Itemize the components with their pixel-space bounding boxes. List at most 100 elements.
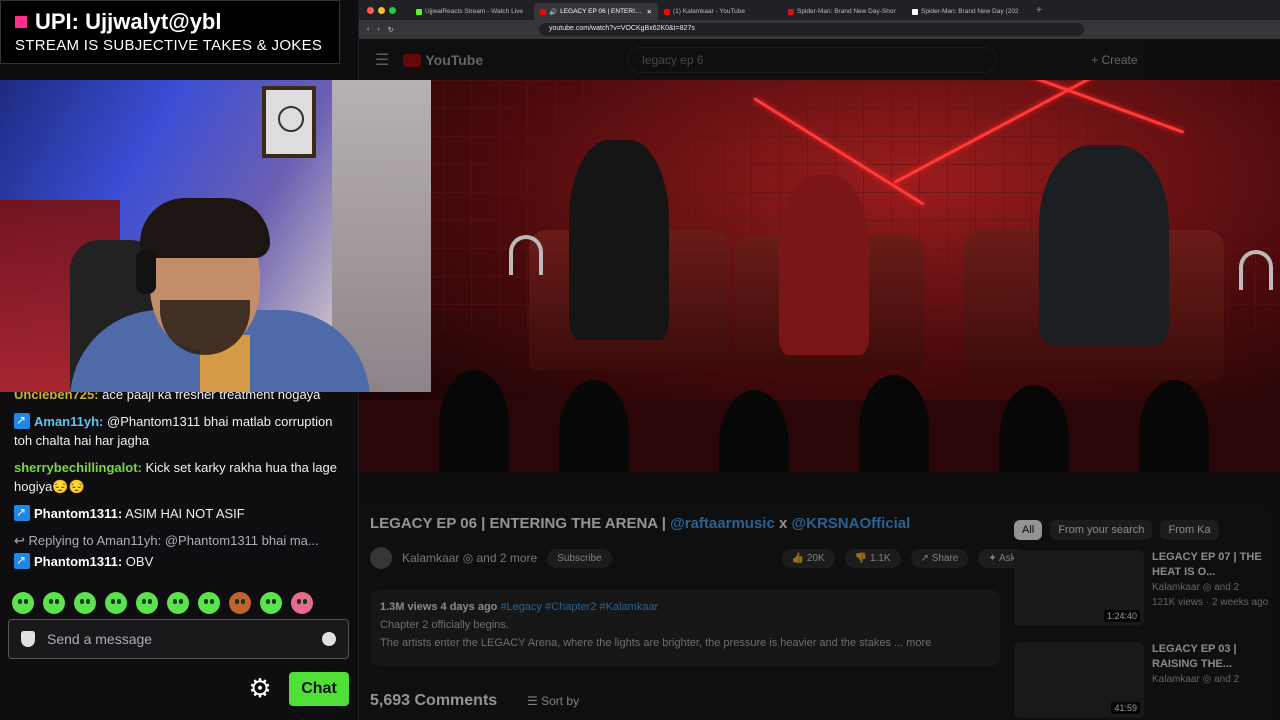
browser-tab[interactable]: Spider-Man: Brand New Day (202: [906, 3, 1030, 20]
speaker-icon[interactable]: 🔊: [549, 8, 557, 16]
upi-subtitle: STREAM IS SUBJECTIVE TAKES & JOKES: [15, 37, 323, 54]
chat-message: Aman11yh: @Phantom1311 bhai matlab corru…: [14, 411, 345, 450]
hashtags[interactable]: #Legacy #Chapter2 #Kalamkaar: [500, 601, 658, 613]
chip-from-channel[interactable]: From Ka: [1160, 520, 1219, 540]
mention-link[interactable]: @KRSNAOfficial: [791, 515, 910, 532]
emote-icon[interactable]: [136, 592, 158, 614]
video-thumbnail[interactable]: 1:24:40: [1014, 550, 1144, 626]
emote-icon[interactable]: [74, 592, 96, 614]
emote-icon[interactable]: [167, 592, 189, 614]
comments-count: 5,693 Comments: [370, 692, 498, 709]
tab-bar: UjjwalReacts Stream - Watch Live 🔊 LEGACY…: [359, 0, 1280, 20]
emote-icon[interactable]: [105, 592, 127, 614]
video-details: LEGACY EP 06 | ENTERING THE ARENA | @raf…: [359, 472, 1280, 720]
emote-icon[interactable]: [198, 592, 220, 614]
chip-from-search[interactable]: From your search: [1050, 520, 1153, 540]
browser-tab[interactable]: UjjwalReacts Stream - Watch Live: [410, 3, 534, 20]
sparkle-icon: ✦: [988, 552, 999, 564]
chat-username[interactable]: sherrybechillingalot:: [14, 460, 142, 475]
browser-window: UjjwalReacts Stream - Watch Live 🔊 LEGACY…: [359, 0, 1280, 720]
headphone-prop: [1239, 250, 1273, 290]
recommended-video-info: LEGACY EP 03 | RAISING THE... Kalamkaar …: [1152, 642, 1274, 720]
site-icon: [788, 8, 794, 15]
like-button[interactable]: 👍 20K: [781, 548, 835, 568]
channel-name[interactable]: Kalamkaar ◎ and 2 more: [402, 551, 537, 565]
gear-icon[interactable]: ⚙: [247, 674, 273, 702]
maximize-window-icon[interactable]: [389, 6, 396, 14]
description-box[interactable]: 1.3M views 4 days ago #Legacy #Chapter2 …: [370, 590, 1000, 666]
thumbs-up-icon: 👍: [791, 552, 807, 564]
recommended-video[interactable]: 41:59 LEGACY EP 03 | RAISING THE... Kala…: [1014, 642, 1274, 720]
avatar[interactable]: [370, 547, 392, 569]
emote-bar: [12, 592, 313, 614]
browser-tab[interactable]: (1) Kalamkaar - YouTube: [658, 3, 782, 20]
forward-icon[interactable]: ›: [377, 26, 379, 33]
duration-badge: 1:24:40: [1103, 610, 1140, 622]
emote-icon[interactable]: [12, 592, 34, 614]
headphone-prop: [509, 235, 543, 275]
chat-send-button[interactable]: Chat: [289, 672, 349, 706]
kick-icon: [416, 8, 422, 15]
chat-username[interactable]: Phantom1311:: [34, 506, 122, 521]
sort-by-button[interactable]: ☰ Sort by: [527, 694, 579, 708]
upi-title-row: UPI: Ujjwalyt@ybl: [15, 9, 325, 35]
description-line: The artists enter the LEGACY Arena, wher…: [380, 637, 932, 649]
audience-silhouette: [439, 370, 509, 472]
chat-message: Phantom1311: ASIM HAI NOT ASIF: [14, 503, 345, 523]
badge-icon: [14, 503, 30, 522]
search-input[interactable]: legacy ep 6: [627, 47, 998, 73]
browser-tab-active[interactable]: 🔊 LEGACY EP 06 | ENTERING ✕: [534, 3, 658, 20]
youtube-icon: [664, 8, 670, 15]
related-filter-chips: All From your search From Ka: [1014, 520, 1219, 540]
close-window-icon[interactable]: [367, 6, 374, 14]
new-tab-button[interactable]: +: [1036, 5, 1042, 16]
reload-icon[interactable]: ↻: [388, 26, 394, 34]
emote-icon[interactable]: [43, 592, 65, 614]
recommended-title[interactable]: LEGACY EP 07 | THE HEAT IS O...: [1152, 550, 1274, 580]
video-title: LEGACY EP 06 | ENTERING THE ARENA | @raf…: [370, 515, 911, 532]
emote-icon[interactable]: [291, 592, 313, 614]
mention-link[interactable]: @raftaarmusic: [670, 515, 775, 532]
close-tab-icon[interactable]: ✕: [647, 8, 652, 16]
video-player[interactable]: [359, 80, 1280, 472]
subscribe-button[interactable]: Subscribe: [547, 548, 612, 568]
sort-icon: ☰: [527, 694, 542, 708]
menu-icon[interactable]: ☰: [375, 50, 389, 70]
emote-icon[interactable]: [260, 592, 282, 614]
view-count: 1.3M views 4 days ago: [380, 601, 498, 613]
share-button[interactable]: ↗ Share: [910, 548, 969, 568]
reply-arrow-icon: ↩: [14, 533, 29, 548]
video-thumbnail[interactable]: 41:59: [1014, 642, 1144, 718]
panelist: [569, 140, 669, 340]
dislike-button[interactable]: 👎 1.1K: [844, 548, 901, 568]
create-button[interactable]: + Create: [1091, 53, 1137, 67]
channel-row: Kalamkaar ◎ and 2 more Subscribe 👍 20K 👎…: [370, 547, 1026, 569]
emoji-picker-icon[interactable]: [322, 632, 336, 646]
shield-icon[interactable]: [21, 631, 35, 647]
chip-all[interactable]: All: [1014, 520, 1043, 540]
browser-tab[interactable]: Spider-Man: Brand New Day-Shor: [782, 3, 906, 20]
address-bar: ‹ › ↻ youtube.com/watch?v=VOCKgBx62K0&t=…: [359, 20, 1280, 39]
description-line: Chapter 2 officially begins.: [380, 619, 509, 631]
recommended-video[interactable]: 1:24:40 LEGACY EP 07 | THE HEAT IS O... …: [1014, 550, 1274, 630]
chat-username[interactable]: Phantom1311:: [34, 554, 122, 569]
thumbs-down-icon: 👎: [854, 552, 870, 564]
chat-input-placeholder[interactable]: Send a message: [47, 631, 310, 647]
chat-input[interactable]: Send a message: [8, 619, 349, 659]
back-icon[interactable]: ‹: [367, 26, 369, 33]
recommended-title[interactable]: LEGACY EP 03 | RAISING THE...: [1152, 642, 1274, 672]
upi-title: UPI: Ujjwalyt@ybl: [35, 9, 222, 34]
chat-username[interactable]: Aman11yh:: [34, 414, 103, 429]
chat-message: ↩ Replying to Aman11yh: @Phantom1311 bha…: [14, 531, 345, 571]
chat-text: OBV: [125, 554, 154, 569]
reply-context[interactable]: ↩ Replying to Aman11yh: @Phantom1311 bha…: [14, 531, 345, 550]
url-field[interactable]: youtube.com/watch?v=VOCKgBx62K0&t=827s: [539, 23, 1084, 36]
youtube-logo[interactable]: YouTube: [403, 52, 483, 68]
headphone-icon: [136, 250, 156, 294]
recommended-channel[interactable]: Kalamkaar ◎ and 2: [1152, 580, 1274, 595]
emote-icon[interactable]: [229, 592, 251, 614]
share-icon: ↗: [920, 552, 932, 564]
panelist: [1039, 145, 1169, 345]
recommended-channel[interactable]: Kalamkaar ◎ and 2: [1152, 672, 1274, 687]
minimize-window-icon[interactable]: [378, 6, 385, 14]
